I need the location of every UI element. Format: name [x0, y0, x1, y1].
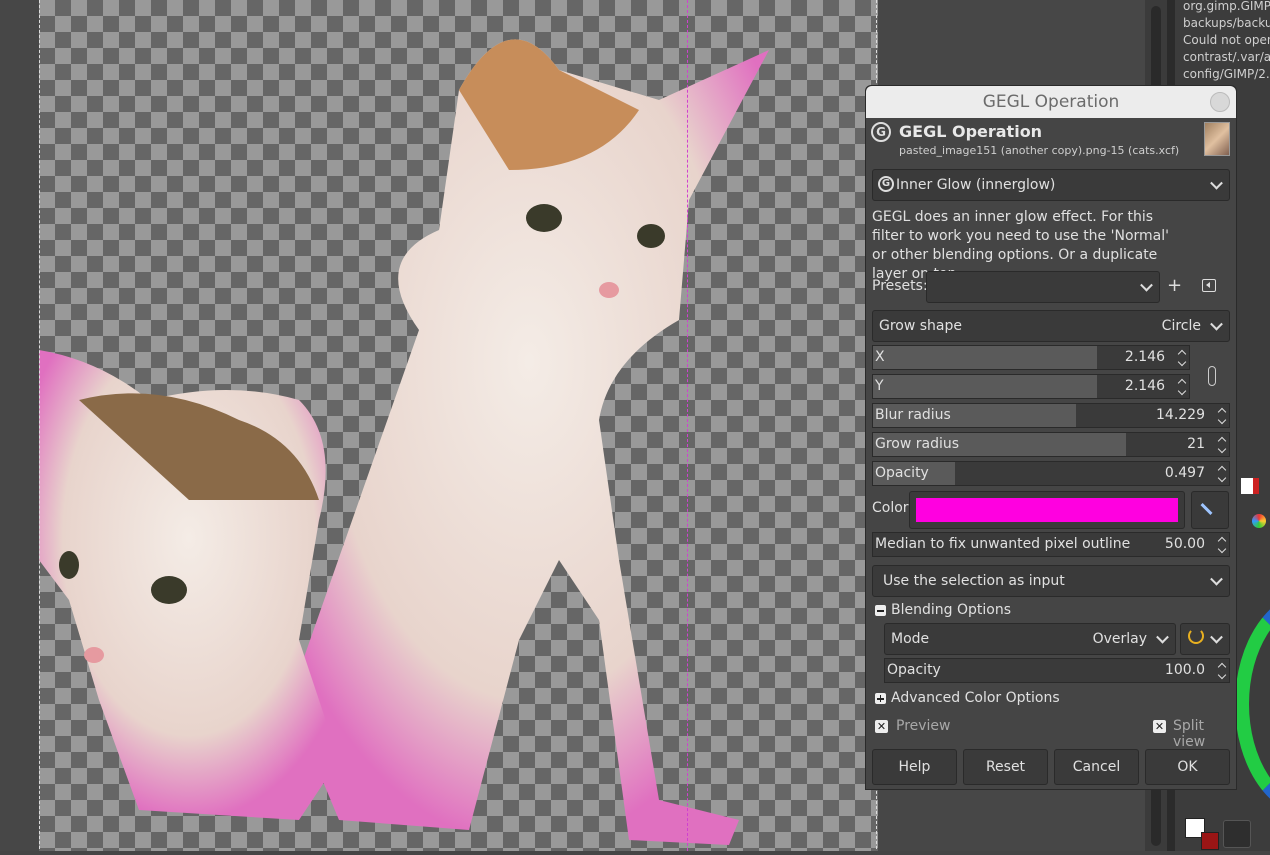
chevron-down-icon	[1140, 278, 1153, 292]
grow-shape-select[interactable]: Grow shape Circle	[872, 310, 1230, 342]
operation-select[interactable]: G Inner Glow (innerglow)	[872, 169, 1230, 201]
median-value: 50.00	[1164, 536, 1205, 552]
preview-checkbox[interactable]: ✕	[875, 720, 888, 733]
gegl-icon: G	[871, 122, 891, 142]
opacity-label: Opacity	[875, 465, 929, 481]
mode-select[interactable]: Mode Overlay	[884, 623, 1176, 655]
color-scales-icon[interactable]	[1252, 514, 1266, 528]
error-line: config/GIMP/2.10	[1183, 67, 1270, 81]
blend-opacity-value: 100.0	[1164, 662, 1205, 678]
expand-advanced-icon[interactable]	[875, 693, 886, 704]
color-label: Color	[872, 500, 909, 516]
stepper-arrows[interactable]	[1175, 346, 1189, 369]
collapse-blending-icon[interactable]	[875, 605, 886, 616]
color-picker-button[interactable]	[1191, 491, 1229, 529]
blur-radius-label: Blur radius	[875, 407, 951, 423]
grow-radius-label: Grow radius	[875, 436, 960, 452]
stepper-arrows[interactable]	[1215, 533, 1229, 556]
stepper-arrows[interactable]	[1215, 433, 1229, 456]
gegl-icon: G	[878, 176, 894, 192]
stepper-arrows[interactable]	[1215, 659, 1229, 682]
chain-link-icon[interactable]	[1206, 354, 1216, 398]
dialog-header: G GEGL Operation pasted_image151 (anothe…	[866, 118, 1236, 160]
median-spinscale[interactable]: Median to fix unwanted pixel outline 50.…	[872, 532, 1230, 557]
error-line: org.gimp.GIMP/c	[1183, 0, 1270, 13]
opacity-value: 0.497	[1164, 465, 1205, 481]
header-title: GEGL Operation	[899, 122, 1043, 141]
y-value: 2.146	[1124, 378, 1165, 394]
background-color-swatch[interactable]	[1201, 832, 1219, 850]
stepper-arrows[interactable]	[1215, 404, 1229, 427]
reset-button[interactable]: Reset	[963, 749, 1048, 785]
color-wheel[interactable]	[1235, 590, 1270, 818]
grow-shape-label: Grow shape	[879, 318, 963, 334]
x-spinscale[interactable]: X 2.146	[872, 345, 1190, 370]
blur-radius-spinscale[interactable]: Blur radius 14.229	[872, 403, 1230, 428]
presets-label: Presets:	[872, 278, 928, 294]
composite-mode-select[interactable]	[1180, 623, 1230, 655]
fg-bg-mini-swatch[interactable]	[1241, 478, 1259, 494]
color-picker-icon	[1200, 502, 1213, 516]
split-view-checkbox[interactable]: ✕	[1153, 720, 1166, 733]
chevron-down-icon	[1210, 572, 1223, 586]
error-line: contrast/.var/app	[1183, 50, 1270, 64]
y-fill	[873, 375, 1098, 398]
error-line: Could not open	[1183, 33, 1270, 47]
input-source-value: Use the selection as input	[883, 573, 1065, 589]
mode-value: Overlay	[1092, 631, 1147, 647]
add-preset-icon[interactable]: +	[1167, 275, 1182, 296]
chevron-down-icon	[1210, 630, 1223, 644]
split-view-label: Split view	[1173, 718, 1206, 750]
blending-options-label[interactable]: Blending Options	[891, 602, 1011, 618]
blend-opacity-label: Opacity	[887, 662, 941, 678]
mode-label: Mode	[891, 631, 930, 647]
chevron-down-icon	[1210, 176, 1223, 190]
reset-mode-icon	[1188, 628, 1204, 644]
operation-value: Inner Glow (innerglow)	[896, 177, 1056, 193]
y-label: Y	[875, 378, 884, 394]
chevron-down-icon	[1210, 317, 1223, 331]
color-button[interactable]	[909, 491, 1185, 529]
stepper-arrows[interactable]	[1215, 462, 1229, 485]
color-swatch	[916, 498, 1178, 522]
blur-radius-value: 14.229	[1156, 407, 1205, 423]
x-value: 2.146	[1124, 349, 1165, 365]
opacity-spinscale[interactable]: Opacity 0.497	[872, 461, 1230, 486]
x-label: X	[875, 349, 885, 365]
close-icon[interactable]	[1210, 92, 1230, 112]
window-title: GEGL Operation	[982, 92, 1120, 112]
preview-label: Preview	[896, 718, 951, 734]
stepper-arrows[interactable]	[1175, 375, 1189, 398]
grow-shape-value: Circle	[1161, 318, 1201, 334]
x-fill	[873, 346, 1098, 369]
header-subtitle: pasted_image151 (another copy).png-15 (c…	[899, 144, 1180, 157]
presets-select[interactable]	[926, 271, 1160, 303]
tool-options-button[interactable]	[1223, 820, 1251, 848]
median-label: Median to fix unwanted pixel outline	[875, 536, 1131, 552]
error-line: backups/backup	[1183, 16, 1270, 30]
advanced-color-options-label[interactable]: Advanced Color Options	[891, 690, 1060, 706]
guide-line[interactable]	[687, 0, 688, 851]
grow-radius-spinscale[interactable]: Grow radius 21	[872, 432, 1230, 457]
blend-opacity-spinscale[interactable]: Opacity 100.0	[884, 658, 1230, 683]
cancel-button[interactable]: Cancel	[1054, 749, 1139, 785]
help-button[interactable]: Help	[872, 749, 957, 785]
layer-boundary	[39, 0, 877, 849]
chevron-down-icon	[1156, 630, 1169, 644]
input-source-select[interactable]: Use the selection as input	[872, 565, 1230, 597]
y-spinscale[interactable]: Y 2.146	[872, 374, 1190, 399]
grow-radius-value: 21	[1187, 436, 1205, 452]
layer-thumbnail	[1204, 122, 1230, 156]
save-preset-icon[interactable]	[1202, 279, 1216, 292]
ok-button[interactable]: OK	[1145, 749, 1230, 785]
gegl-operation-dialog: GEGL Operation G GEGL Operation pasted_i…	[865, 85, 1237, 790]
dialog-titlebar[interactable]: GEGL Operation	[866, 86, 1236, 118]
